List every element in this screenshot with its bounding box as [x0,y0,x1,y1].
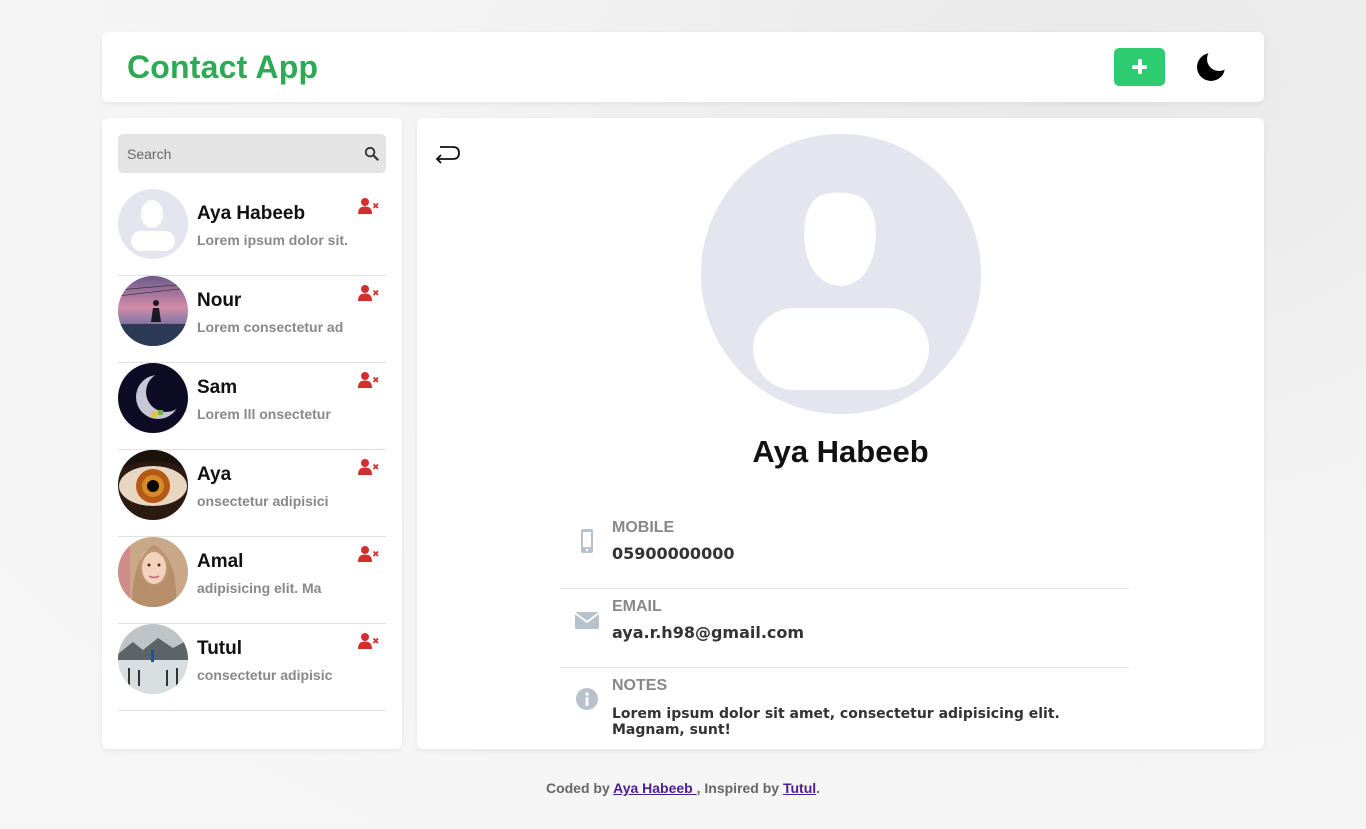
contact-name: Aya [197,464,232,485]
moon-icon[interactable] [1194,50,1228,84]
inspiration-link[interactable]: Tutul [783,780,816,796]
footer-prefix: Coded by [545,780,610,796]
contact-desc: adipisicing elit. Ma [197,580,322,596]
info-icon [576,688,598,710]
notes-label: NOTES [612,677,668,694]
email-value: aya.r.h98@gmail.com [612,623,805,642]
search-box [118,134,386,173]
user-remove-icon[interactable] [358,545,380,563]
contact-info-list: MOBILE 05900000000 EMAIL aya.r.h98@gmail… [560,510,1129,747]
user-remove-icon[interactable] [358,632,380,650]
footer-suffix: . [816,780,821,796]
contact-desc: Lorem ipsum dolor sit. [197,232,347,248]
contact-item[interactable]: Aya Habeeb Lorem ipsum dolor sit. [118,189,386,276]
contact-name: Aya Habeeb [197,203,306,224]
avatar [118,450,188,520]
user-remove-icon[interactable] [358,197,380,215]
contact-detail-panel: Aya Habeeb MOBILE 05900000000 EMAIL aya.… [417,118,1264,749]
contacts-sidebar: Aya Habeeb Lorem ipsum dolor sit. [102,118,402,749]
info-row-notes: NOTES Lorem ipsum dolor sit amet, consec… [560,668,1129,747]
contact-name: Nour [197,290,242,311]
email-label: EMAIL [612,598,662,615]
contact-item[interactable]: Amal adipisicing elit. Ma [118,537,386,624]
contact-list: Aya Habeeb Lorem ipsum dolor sit. Nour L… [118,189,386,711]
contact-item[interactable]: Tutul consectetur adipisic [118,624,386,711]
user-remove-icon[interactable] [358,458,380,476]
info-row-email: EMAIL aya.r.h98@gmail.com [560,589,1129,668]
author-link[interactable]: Aya Habeeb [613,780,697,796]
contact-name: Amal [197,551,244,572]
profile-avatar [701,134,981,414]
footer-middle: , Inspired by [696,780,780,796]
avatar [118,276,188,346]
footer: Coded by Aya Habeeb , Inspired by Tutul. [0,780,1366,796]
contact-desc: Lorem lll onsectetur [197,406,331,422]
add-contact-button[interactable] [1114,48,1165,86]
user-remove-icon[interactable] [358,284,380,302]
contact-item[interactable]: Sam Lorem lll onsectetur [118,363,386,450]
mobile-value: 05900000000 [612,544,735,563]
avatar [118,624,188,694]
contact-name: Tutul [197,638,243,659]
search-icon[interactable] [364,146,379,161]
info-row-mobile: MOBILE 05900000000 [560,510,1129,589]
mobile-icon [581,529,593,553]
contact-desc: consectetur adipisic [197,667,333,683]
mobile-label: MOBILE [612,519,675,536]
contact-full-name: Aya Habeeb [752,434,929,469]
contact-item[interactable]: Aya onsectetur adipisici [118,450,386,537]
back-arrow-icon[interactable] [433,142,461,164]
avatar [118,537,188,607]
avatar [118,189,188,259]
search-input[interactable] [118,134,358,173]
avatar [118,363,188,433]
contact-desc: onsectetur adipisici [197,493,329,509]
contact-desc: Lorem consectetur ad [197,319,344,335]
user-remove-icon[interactable] [358,371,380,389]
notes-value: Lorem ipsum dolor sit amet, consectetur … [612,706,1060,738]
app-title: Contact App [127,49,319,85]
envelope-icon [574,612,600,629]
app-header: Contact App [102,32,1264,102]
contact-item[interactable]: Nour Lorem consectetur ad [118,276,386,363]
contact-name: Sam [197,377,238,398]
